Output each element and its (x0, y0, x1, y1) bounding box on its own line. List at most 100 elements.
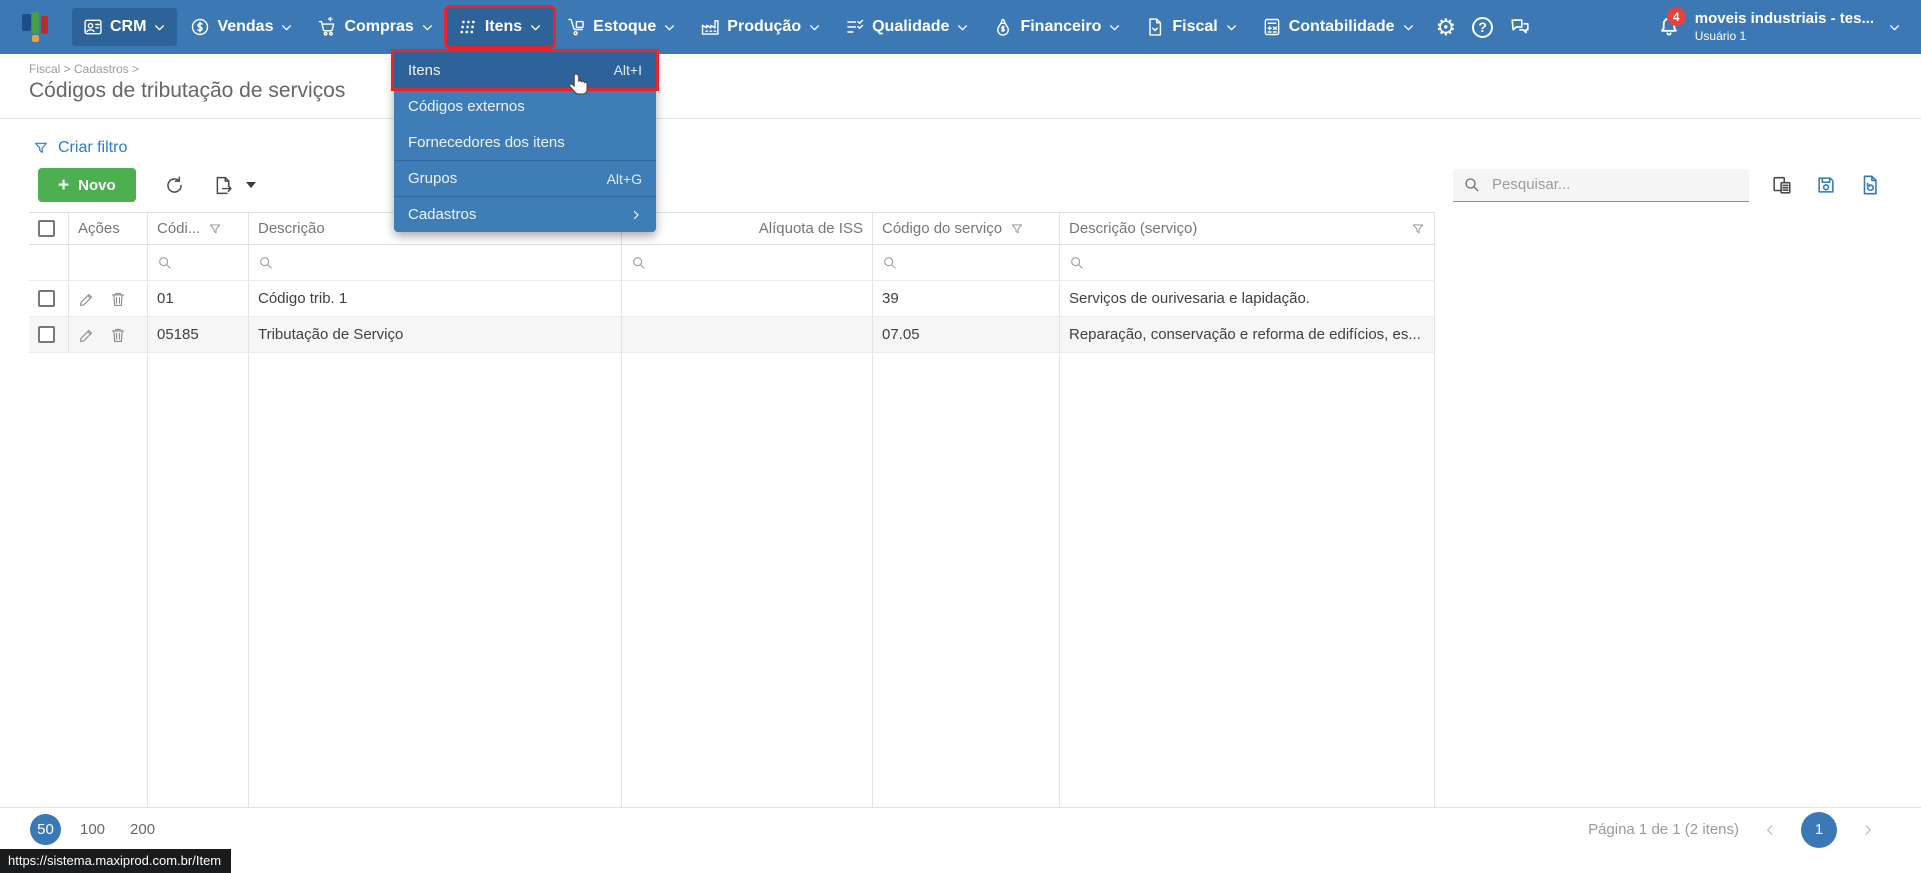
filter-cell-aliquota[interactable] (622, 245, 873, 280)
filter-cell-descricao-servico[interactable] (1060, 245, 1435, 280)
filter-cell-codigo[interactable] (148, 245, 249, 280)
dots-grid-icon (458, 17, 478, 37)
export-icon[interactable] (213, 175, 234, 196)
cart-icon (317, 17, 337, 37)
notifications-bell-icon[interactable]: 4 (1657, 7, 1686, 39)
cell-codigo-servico[interactable]: 39 (873, 281, 1060, 316)
account-user: Usuário 1 (1694, 28, 1747, 43)
menu-producao[interactable]: Produção (689, 8, 832, 46)
header-acoes[interactable]: Ações (69, 213, 148, 244)
current-page-button[interactable]: 1 (1801, 811, 1837, 848)
menu-label: Qualidade (872, 18, 950, 35)
cell-codigo[interactable]: 01 (148, 281, 249, 316)
edit-pencil-icon[interactable] (78, 326, 96, 344)
column-filter-icon[interactable] (1010, 222, 1024, 236)
chevron-down-icon (956, 21, 969, 34)
search-input[interactable] (1490, 175, 1720, 194)
row-checkbox[interactable] (38, 326, 55, 343)
menu-vendas[interactable]: Vendas (179, 8, 304, 46)
menu-label: Fiscal (1172, 18, 1218, 35)
account-menu[interactable]: moveis industriais - tes... Usuário 1 (1695, 10, 1874, 44)
menu-qualidade[interactable]: Qualidade (834, 8, 980, 46)
menu-label: Financeiro (1020, 18, 1102, 35)
cell-descricao[interactable]: Código trib. 1 (249, 281, 622, 316)
row-select-cell[interactable] (29, 281, 69, 316)
header-codigo[interactable]: Códi... (148, 213, 249, 244)
column-filter-icon[interactable] (1411, 222, 1425, 236)
chevron-down-icon (1402, 21, 1415, 34)
filter-cell-codigo-servico[interactable] (873, 245, 1060, 280)
page-size-200[interactable]: 200 (124, 814, 161, 845)
dropdown-shortcut: Alt+I (613, 62, 642, 78)
app-logo[interactable] (22, 12, 52, 42)
page-size-50[interactable]: 50 (30, 814, 61, 845)
chevron-down-icon (1225, 21, 1238, 34)
refresh-icon[interactable] (164, 175, 185, 196)
new-button-label: Novo (78, 176, 116, 194)
header-aliquota-iss[interactable]: Alíquota de ISS (622, 213, 873, 244)
table-row: 01 Código trib. 1 39 Serviços de ourives… (29, 281, 1435, 317)
cell-codigo-servico[interactable]: 07.05 (873, 317, 1060, 352)
previous-page-icon[interactable] (1763, 823, 1777, 837)
funnel-icon (33, 140, 49, 156)
submenu-arrow-icon (630, 209, 642, 221)
header-codigo-servico[interactable]: Código do serviço (873, 213, 1060, 244)
delete-trash-icon[interactable] (109, 290, 127, 308)
settings-gear-icon[interactable]: ⚙ (1436, 15, 1457, 39)
header-descricao-servico[interactable]: Descrição (serviço) (1060, 213, 1435, 244)
menu-label: CRM (110, 18, 147, 35)
dropdown-item-cadastros[interactable]: Cadastros (394, 196, 656, 232)
breadcrumb[interactable]: Fiscal > Cadastros > (29, 62, 1921, 76)
page-size-100[interactable]: 100 (74, 814, 111, 845)
link-status-url: https://sistema.maxiprod.com.br/Item (0, 849, 232, 873)
menu-compras[interactable]: Compras (306, 8, 444, 46)
cell-aliquota[interactable] (622, 317, 873, 352)
dropdown-item-codigos-externos[interactable]: Códigos externos (394, 88, 656, 124)
row-checkbox[interactable] (38, 290, 55, 307)
menu-contabilidade[interactable]: Contabilidade (1251, 8, 1426, 46)
edit-pencil-icon[interactable] (78, 290, 96, 308)
dropdown-item-grupos[interactable]: Grupos Alt+G (394, 160, 656, 196)
topbar-account-area: 4 moveis industriais - tes... Usuário 1 (1657, 7, 1901, 44)
cell-aliquota[interactable] (622, 281, 873, 316)
cell-descricao-servico[interactable]: Serviços de ourivesaria e lapidação. (1060, 281, 1435, 316)
delete-trash-icon[interactable] (109, 326, 127, 344)
menu-itens[interactable]: Itens (446, 8, 554, 46)
top-navigation-bar: CRM Vendas Compras Itens Estoque Produçã… (0, 0, 1921, 54)
header-select-all[interactable] (29, 213, 69, 244)
export-dropdown-caret[interactable] (245, 182, 256, 188)
chat-icon[interactable] (1509, 16, 1531, 38)
chevron-down-icon (153, 21, 166, 34)
search-icon (631, 255, 647, 271)
row-select-cell[interactable] (29, 317, 69, 352)
new-button[interactable]: + Novo (38, 168, 136, 202)
menu-label: Vendas (217, 18, 274, 35)
help-icon[interactable]: ? (1472, 16, 1494, 38)
reset-layout-icon[interactable] (1859, 174, 1881, 196)
hand-truck-icon (566, 17, 586, 37)
column-filter-icon[interactable] (208, 222, 222, 236)
create-filter-link[interactable]: Criar filtro (33, 136, 183, 160)
filter-cell-descricao[interactable] (249, 245, 622, 280)
column-chooser-icon[interactable] (1771, 174, 1793, 196)
cell-descricao[interactable]: Tributação de Serviço (249, 317, 622, 352)
grid-toolbar: + Novo (38, 168, 1881, 202)
menu-financeiro[interactable]: Financeiro (982, 8, 1132, 46)
next-page-icon[interactable] (1861, 823, 1875, 837)
dropdown-item-fornecedores[interactable]: Fornecedores dos itens (394, 124, 656, 160)
page-header: Fiscal > Cadastros > Códigos de tributaç… (0, 54, 1921, 119)
cell-codigo[interactable]: 05185 (148, 317, 249, 352)
grid-layout-actions (1771, 174, 1881, 196)
dropdown-item-label: Fornecedores dos itens (408, 133, 565, 151)
menu-estoque[interactable]: Estoque (555, 8, 687, 46)
plus-icon: + (58, 174, 70, 196)
save-layout-icon[interactable] (1815, 174, 1837, 196)
chevron-down-icon (1108, 21, 1121, 34)
select-all-checkbox[interactable] (38, 220, 55, 237)
cell-descricao-servico[interactable]: Reparação, conservação e reforma de edif… (1060, 317, 1435, 352)
dropdown-item-itens[interactable]: Itens Alt+I (394, 52, 656, 88)
chevron-down-icon[interactable] (1888, 21, 1901, 34)
chevron-down-icon (808, 21, 821, 34)
menu-crm[interactable]: CRM (72, 8, 178, 46)
menu-fiscal[interactable]: Fiscal (1134, 8, 1248, 46)
